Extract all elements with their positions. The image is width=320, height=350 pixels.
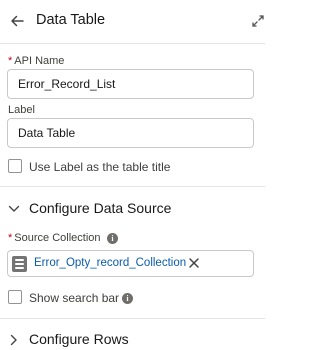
use-label-title-label: Use Label as the table title xyxy=(29,160,171,174)
source-collection-pill[interactable]: Error_Opty_record_Collection xyxy=(7,250,254,277)
section-title: Configure Rows xyxy=(29,331,129,347)
info-icon[interactable]: i xyxy=(107,233,118,244)
panel-title: Data Table xyxy=(36,12,106,28)
divider xyxy=(0,318,265,319)
section-configure-data-source[interactable]: Configure Data Source xyxy=(0,194,265,224)
required-marker: * xyxy=(8,232,13,244)
source-collection-label: * Source Collection xyxy=(8,232,101,244)
api-name-label: * API Name xyxy=(8,55,64,67)
chevron-down-icon xyxy=(8,205,20,212)
panel-header: Data Table xyxy=(0,0,265,44)
required-marker: * xyxy=(8,55,13,67)
show-search-bar-label: Show search bar xyxy=(29,291,120,305)
use-label-title-checkbox[interactable] xyxy=(8,159,22,173)
close-icon[interactable] xyxy=(187,256,201,270)
expand-icon[interactable] xyxy=(252,15,264,27)
label-field-label: Label xyxy=(8,104,35,116)
source-collection-label-text: Source Collection xyxy=(14,232,101,244)
section-configure-rows[interactable]: Configure Rows xyxy=(0,325,265,350)
collection-list-icon xyxy=(12,256,27,272)
section-title: Configure Data Source xyxy=(29,200,172,216)
source-collection-value: Error_Opty_record_Collection xyxy=(34,257,187,269)
show-search-bar-checkbox[interactable] xyxy=(8,290,22,304)
divider xyxy=(0,186,265,187)
api-name-label-text: API Name xyxy=(14,55,65,67)
info-icon[interactable]: i xyxy=(122,293,133,304)
api-name-input[interactable] xyxy=(7,69,254,99)
back-arrow-icon[interactable] xyxy=(9,13,25,29)
chevron-right-icon xyxy=(10,334,17,346)
label-input[interactable] xyxy=(7,118,254,148)
